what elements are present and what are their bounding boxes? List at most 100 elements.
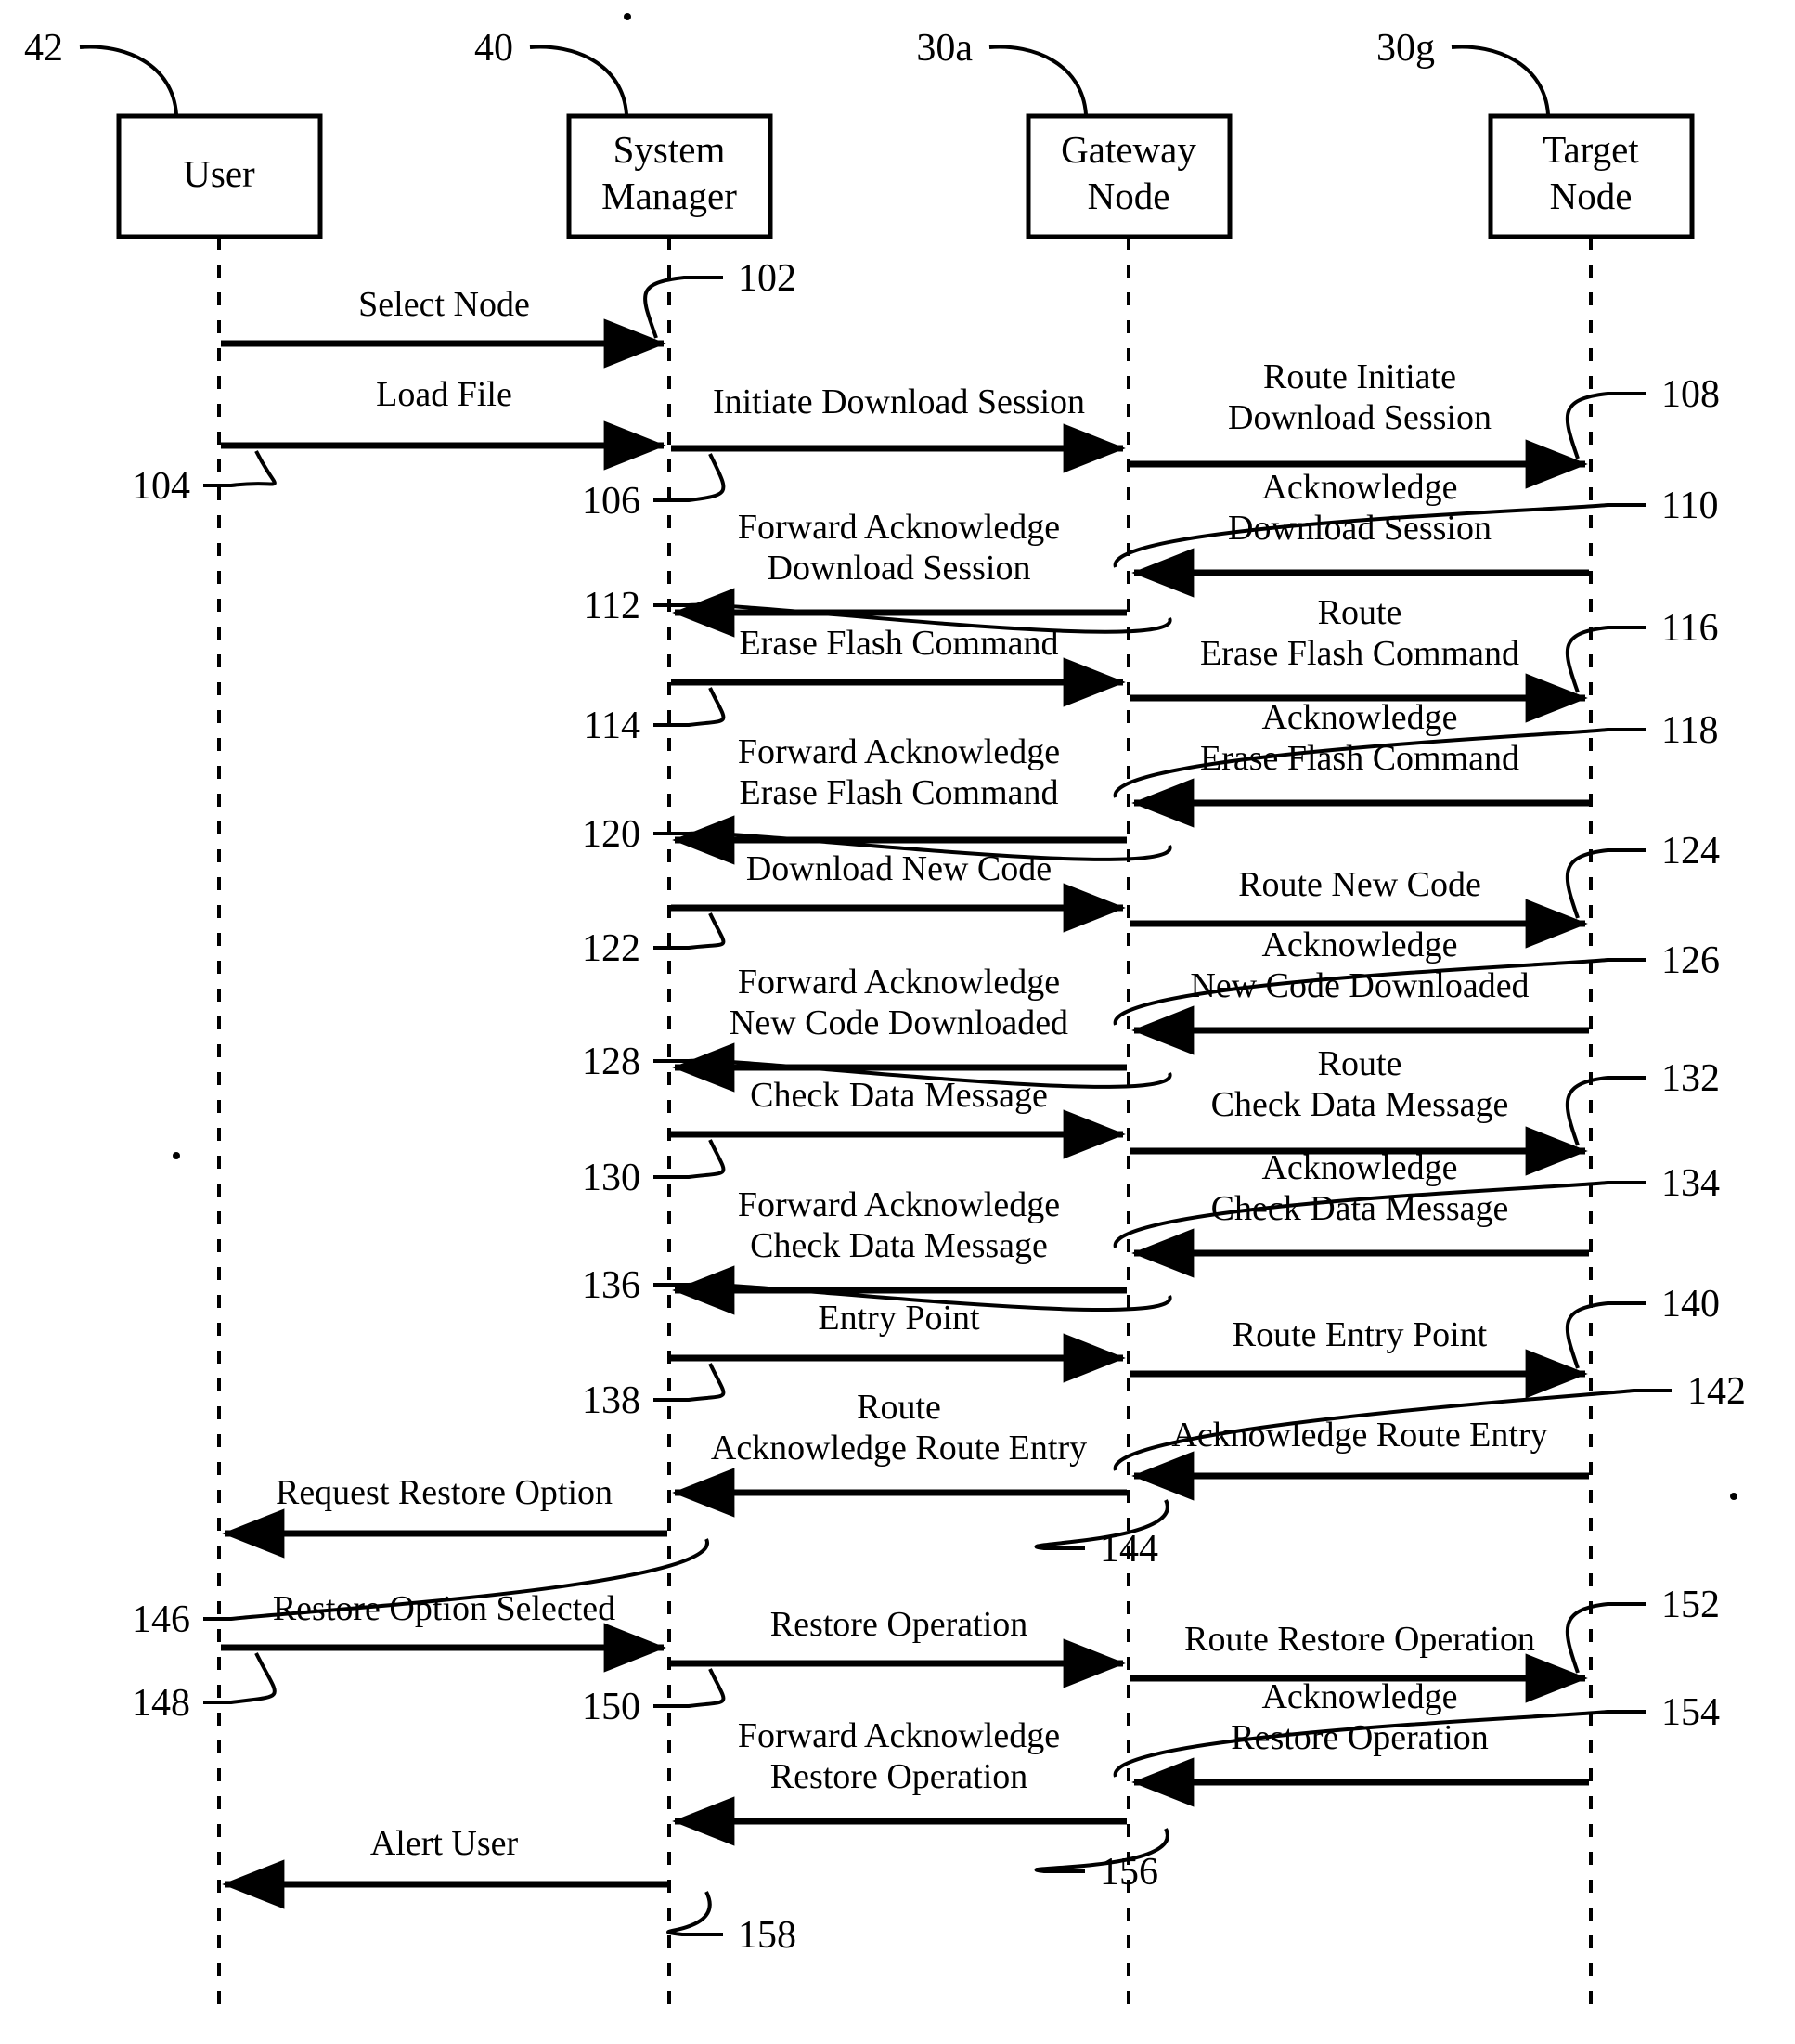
leader-line-30g <box>1451 45 1550 115</box>
message-label-m154: Acknowledge <box>1261 1677 1457 1716</box>
reference-numeral-102: 102 <box>738 257 796 300</box>
message-m124: Route New Code <box>1130 865 1588 949</box>
reference-numeral-132: 132 <box>1661 1057 1720 1100</box>
reference-numeral-42: 42 <box>24 27 63 70</box>
reference-numeral-142: 142 <box>1687 1370 1746 1413</box>
lifeline-label-sysmgr: System <box>613 128 726 171</box>
leader-line-102 <box>643 276 723 339</box>
message-label-m116: Erase Flash Command <box>1200 634 1519 673</box>
lifeline-label2-target: Node <box>1550 175 1633 217</box>
leader-line-132 <box>1565 1076 1646 1146</box>
message-label-m102: Select Node <box>358 285 530 324</box>
message-label-m112: Forward Acknowledge <box>738 508 1060 547</box>
leader-line-130 <box>653 1139 726 1179</box>
callout-158: 158 <box>666 1891 796 1957</box>
reference-numeral-134: 134 <box>1661 1162 1720 1205</box>
leader-line-40 <box>529 45 628 115</box>
reference-numeral-112: 112 <box>584 585 640 627</box>
reference-numeral-120: 120 <box>582 813 640 856</box>
message-m112: Forward AcknowledgeDownload Session <box>672 508 1127 638</box>
leader-line-42 <box>79 45 178 115</box>
reference-numeral-154: 154 <box>1661 1691 1720 1734</box>
leader-line-124 <box>1565 848 1646 919</box>
message-label-m108: Route Initiate <box>1263 357 1456 396</box>
reference-numeral-152: 152 <box>1661 1584 1720 1626</box>
leader-line-152 <box>1565 1602 1646 1674</box>
callout-148: 148 <box>132 1652 277 1725</box>
message-m136: Forward AcknowledgeCheck Data Message <box>672 1185 1127 1315</box>
message-label-m128: New Code Downloaded <box>730 1003 1068 1042</box>
message-label-m120: Erase Flash Command <box>739 773 1058 812</box>
reference-numeral-148: 148 <box>132 1682 190 1725</box>
message-m118: AcknowledgeErase Flash Command <box>1131 698 1589 828</box>
message-label-m144: Route <box>857 1388 941 1427</box>
message-label-m156: Forward Acknowledge <box>738 1716 1060 1755</box>
message-label-m132: Route <box>1318 1044 1402 1083</box>
leader-line-138 <box>653 1363 726 1402</box>
message-label-m118: Acknowledge <box>1261 698 1457 737</box>
reference-numeral-138: 138 <box>582 1379 640 1422</box>
lifeline-label2-gateway: Node <box>1088 175 1170 217</box>
reference-numeral-150: 150 <box>582 1686 640 1728</box>
leader-line-122 <box>653 912 726 950</box>
message-label-m106: Initiate Download Session <box>713 382 1085 421</box>
message-label-m124: Route New Code <box>1238 865 1481 904</box>
message-label-m128: Forward Acknowledge <box>738 963 1060 1002</box>
reference-numeral-158: 158 <box>738 1914 796 1957</box>
message-label-m136: Forward Acknowledge <box>738 1185 1060 1224</box>
message-m148: Restore Option Selected <box>221 1589 666 1673</box>
callout-138: 138 <box>582 1363 726 1422</box>
reference-numeral-128: 128 <box>582 1041 640 1083</box>
message-m128: Forward AcknowledgeNew Code Downloaded <box>672 963 1127 1093</box>
reference-numeral-104: 104 <box>132 465 190 508</box>
message-label-m152: Route Restore Operation <box>1184 1620 1535 1659</box>
message-label-m110: Acknowledge <box>1261 468 1457 507</box>
leader-line-114 <box>653 687 726 727</box>
message-label-m156: Restore Operation <box>770 1757 1028 1796</box>
leader-line-148 <box>203 1652 277 1704</box>
message-m152: Route Restore Operation <box>1130 1620 1588 1703</box>
message-m156: Forward AcknowledgeRestore Operation <box>672 1716 1127 1846</box>
callout-124: 124 <box>1565 830 1720 919</box>
message-m104: Load File <box>221 375 666 471</box>
lifeline-label-gateway: Gateway <box>1061 128 1196 171</box>
reference-numeral-124: 124 <box>1661 830 1720 873</box>
callout-156: 156 <box>1034 1828 1169 1894</box>
leader-line-108 <box>1565 392 1646 459</box>
message-label-m126: Acknowledge <box>1261 925 1457 964</box>
leader-line-30a <box>988 45 1088 115</box>
figure-canvas: User 42 System Manager 40 Gateway Node 30a Targe… <box>0 0 1795 2044</box>
leader-line-106 <box>653 453 726 502</box>
message-m102: Select Node <box>221 285 666 369</box>
reference-numeral-106: 106 <box>582 480 640 523</box>
message-layer: Select Node Load File Initiate Download Se… <box>221 285 1589 1909</box>
message-label-m140: Route Entry Point <box>1233 1315 1488 1354</box>
lifeline-label2-sysmgr: Manager <box>601 175 737 217</box>
leader-line-158 <box>666 1891 723 1936</box>
reference-numeral-122: 122 <box>582 927 640 970</box>
reference-numeral-110: 110 <box>1661 485 1718 527</box>
message-m150: Restore Operation <box>671 1605 1126 1688</box>
callout-144: 144 <box>1034 1499 1169 1571</box>
reference-numeral-156: 156 <box>1100 1851 1158 1894</box>
reference-numeral-108: 108 <box>1661 373 1720 416</box>
message-m142: Acknowledge Route Entry <box>1131 1416 1589 1501</box>
reference-numeral-30g: 30g <box>1376 27 1435 70</box>
leader-line-150 <box>653 1668 726 1708</box>
message-label-m150: Restore Operation <box>770 1605 1028 1644</box>
reference-numeral-144: 144 <box>1100 1528 1158 1571</box>
reference-numeral-146: 146 <box>132 1598 190 1641</box>
message-label-m132: Check Data Message <box>1211 1085 1509 1124</box>
reference-numeral-140: 140 <box>1661 1283 1720 1326</box>
lifeline-label-target: Target <box>1543 128 1639 171</box>
message-m158: Alert User <box>222 1824 667 1909</box>
message-label-m116: Route <box>1318 593 1402 632</box>
sequence-diagram: User42SystemManager40GatewayNode30aTarge… <box>24 13 1746 2005</box>
message-label-m144: Acknowledge Route Entry <box>711 1429 1087 1468</box>
message-label-m148: Restore Option Selected <box>273 1589 615 1628</box>
reference-numeral-118: 118 <box>1661 709 1718 752</box>
message-m106: Initiate Download Session <box>671 382 1126 473</box>
message-m140: Route Entry Point <box>1130 1315 1588 1399</box>
message-label-m134: Acknowledge <box>1261 1148 1457 1187</box>
message-label-m108: Download Session <box>1228 398 1492 437</box>
